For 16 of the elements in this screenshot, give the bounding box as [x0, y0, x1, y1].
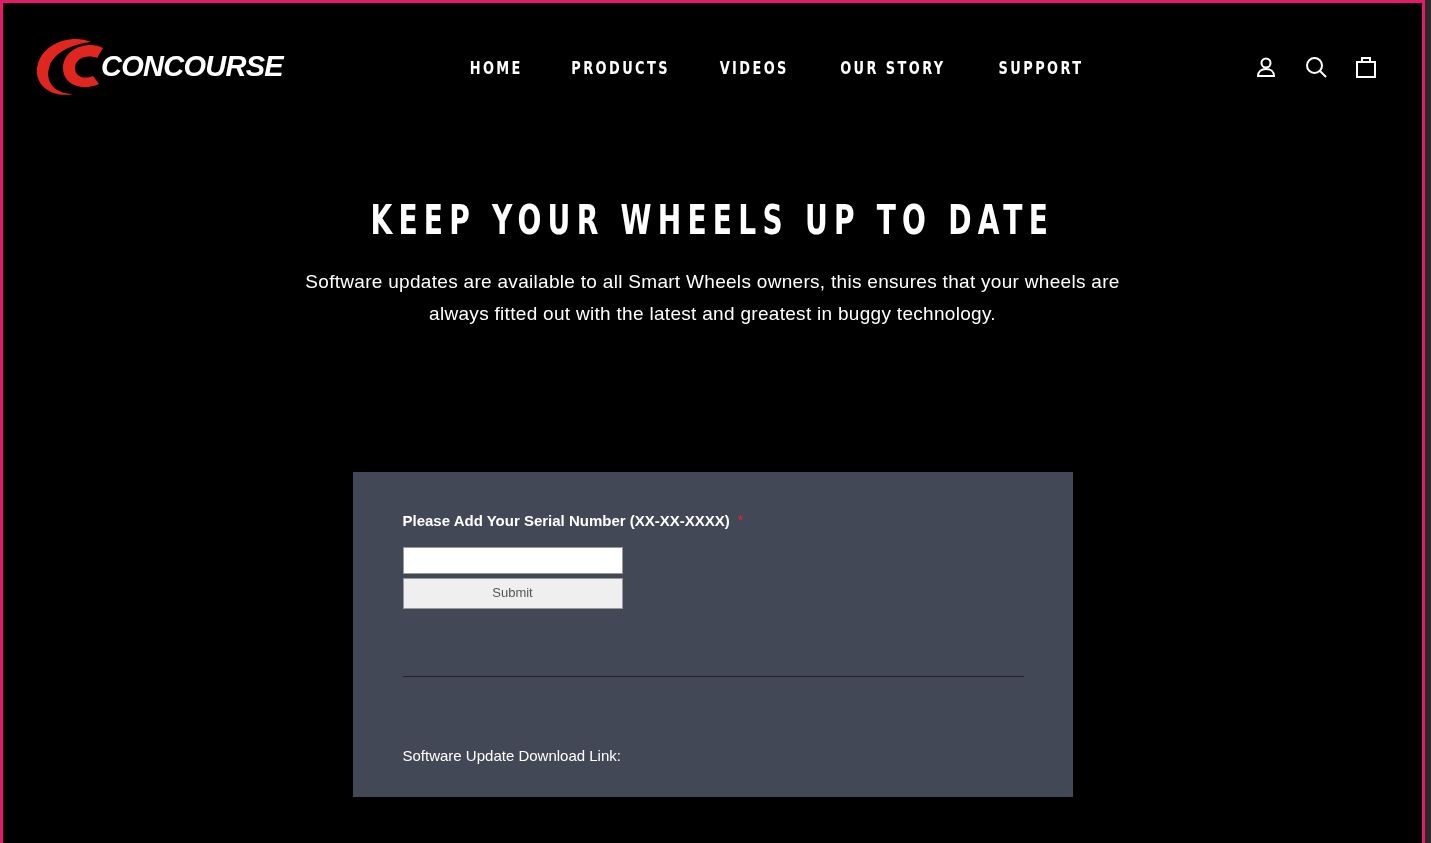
logo-text[interactable]: CONCOURSE: [101, 45, 283, 89]
download-link-label: Software Update Download Link:: [402, 745, 622, 766]
nav-link[interactable]: OUR STORY: [839, 53, 946, 81]
submit-button[interactable]: Submit: [402, 577, 623, 609]
required-mark: *: [737, 511, 744, 530]
nav-link[interactable]: HOME: [470, 53, 524, 81]
nav-link[interactable]: PRODUCTS: [571, 53, 670, 81]
nav-link[interactable]: VIDEOS: [719, 53, 790, 81]
nav-link[interactable]: SUPPORT: [998, 53, 1083, 81]
bag-icon[interactable]: [1354, 55, 1378, 79]
account-icon[interactable]: [1254, 55, 1278, 79]
intro-paragraph: Software updates are available to all Smart Wheels owners, this ensures that your wheels are always fitted out with the latest and greatest in buggy technology.: [304, 270, 1121, 326]
field-label: Please Add Your Serial Number (XX-XX-XXXX): [402, 511, 730, 531]
search-icon[interactable]: [1304, 55, 1328, 79]
serial-number-field[interactable]: [402, 546, 623, 574]
page-heading: KEEP YOUR WHEELS UP TO DATE: [370, 196, 1055, 245]
